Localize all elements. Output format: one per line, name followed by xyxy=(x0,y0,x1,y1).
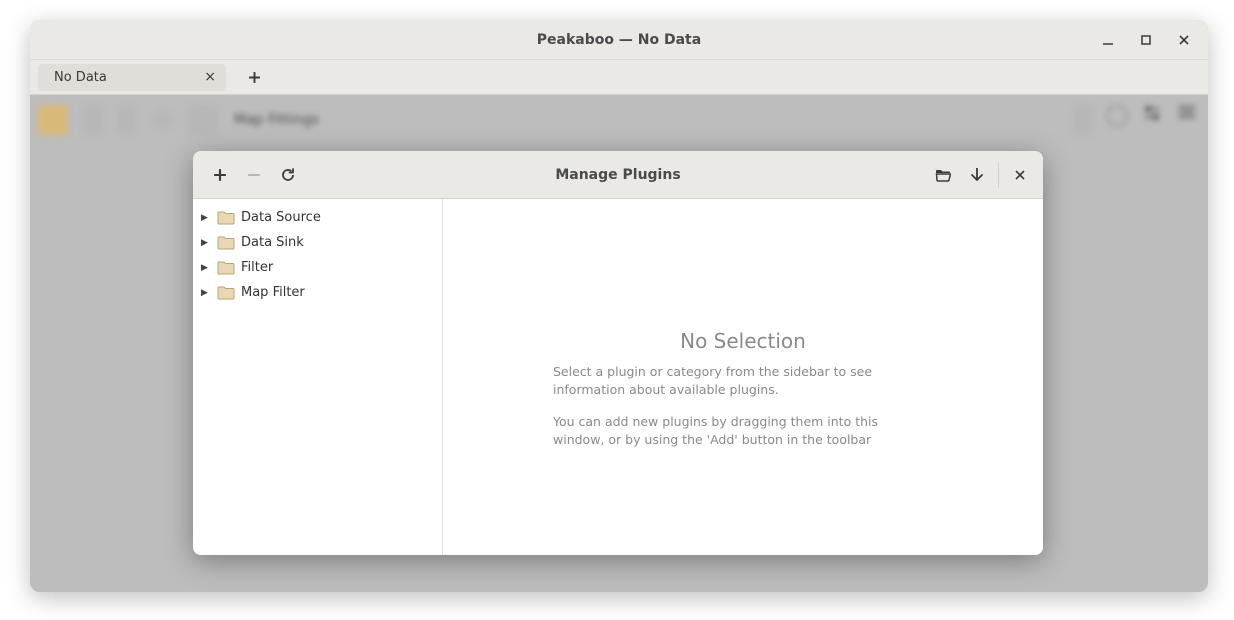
plugin-sidebar: ▶ Data Source ▶ Data Sink xyxy=(193,199,443,555)
window-title: Peakaboo — No Data xyxy=(537,32,701,48)
toolbar-label: Map Fittings xyxy=(234,112,319,128)
toolbar-icon xyxy=(1074,105,1092,135)
menu-icon xyxy=(1178,105,1200,135)
maximize-button[interactable] xyxy=(1128,25,1164,55)
reload-plugins-button[interactable] xyxy=(271,158,305,192)
download-button[interactable] xyxy=(960,158,994,192)
close-window-button[interactable] xyxy=(1166,25,1202,55)
toolbar-icon xyxy=(38,105,68,135)
minimize-button[interactable] xyxy=(1090,25,1126,55)
manage-plugins-dialog: Manage Plugins ▶ xyxy=(193,151,1043,555)
remove-plugin-button[interactable] xyxy=(237,158,271,192)
toolbar-separator xyxy=(998,162,999,188)
sliders-icon xyxy=(1142,105,1164,135)
tab-label: No Data xyxy=(54,70,107,85)
toolbar-icon xyxy=(118,105,136,135)
expand-arrow-icon[interactable]: ▶ xyxy=(201,213,211,223)
new-tab-button[interactable] xyxy=(240,63,268,91)
dialog-title: Manage Plugins xyxy=(193,167,1043,183)
toolbar-icon xyxy=(1106,105,1128,127)
plugin-details-pane: No Selection Select a plugin or category… xyxy=(443,199,1043,555)
sidebar-item-data-sink[interactable]: ▶ Data Sink xyxy=(193,230,442,255)
no-selection-text: You can add new plugins by dragging them… xyxy=(553,413,933,449)
no-selection-heading: No Selection xyxy=(680,329,806,353)
sidebar-item-label: Filter xyxy=(241,260,273,275)
add-plugin-button[interactable] xyxy=(203,158,237,192)
dialog-header: Manage Plugins xyxy=(193,151,1043,199)
folder-icon xyxy=(217,235,235,250)
dialog-body: ▶ Data Source ▶ Data Sink xyxy=(193,199,1043,555)
sidebar-item-label: Data Source xyxy=(241,210,321,225)
sidebar-item-map-filter[interactable]: ▶ Map Filter xyxy=(193,280,442,305)
sidebar-item-label: Data Sink xyxy=(241,235,304,250)
toolbar-icon xyxy=(84,105,102,135)
expand-arrow-icon[interactable]: ▶ xyxy=(201,263,211,273)
main-toolbar-disabled: Map Fittings xyxy=(30,95,1208,145)
close-tab-icon[interactable]: × xyxy=(204,70,216,84)
tab-no-data[interactable]: No Data × xyxy=(38,64,226,91)
content-area: Manage Plugins ▶ xyxy=(30,145,1208,592)
toolbar-icon xyxy=(188,105,218,135)
expand-arrow-icon[interactable]: ▶ xyxy=(201,238,211,248)
sidebar-item-label: Map Filter xyxy=(241,285,305,300)
window-controls xyxy=(1090,20,1202,60)
sidebar-item-filter[interactable]: ▶ Filter xyxy=(193,255,442,280)
window-titlebar: Peakaboo — No Data xyxy=(30,20,1208,60)
expand-arrow-icon[interactable]: ▶ xyxy=(201,288,211,298)
folder-icon xyxy=(217,285,235,300)
toolbar-icon xyxy=(152,110,172,130)
tab-bar: No Data × xyxy=(30,60,1208,95)
folder-icon xyxy=(217,210,235,225)
open-folder-button[interactable] xyxy=(926,158,960,192)
sidebar-item-data-source[interactable]: ▶ Data Source xyxy=(193,205,442,230)
close-dialog-button[interactable] xyxy=(1003,158,1037,192)
no-selection-text: Select a plugin or category from the sid… xyxy=(553,363,933,399)
main-window: Peakaboo — No Data No Data × xyxy=(30,20,1208,592)
folder-icon xyxy=(217,260,235,275)
